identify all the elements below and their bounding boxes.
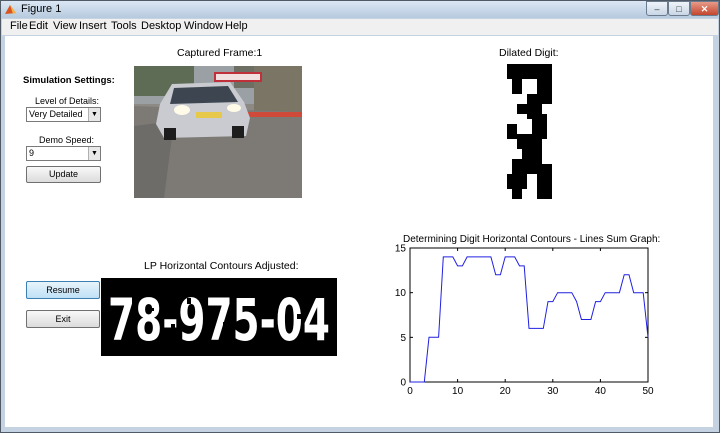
chevron-down-icon: ▼ xyxy=(88,108,100,121)
update-button[interactable]: Update xyxy=(26,166,101,183)
x-tick-label: 20 xyxy=(500,386,512,397)
y-tick-label: 15 xyxy=(395,244,407,255)
resume-button[interactable]: Resume xyxy=(26,281,100,299)
x-tick-label: 30 xyxy=(547,386,559,397)
x-tick-label: 0 xyxy=(407,386,413,397)
y-tick-label: 5 xyxy=(400,333,406,344)
plate-digits: 78-975-04 xyxy=(108,286,330,354)
menu-tools[interactable]: Tools xyxy=(111,20,137,32)
maximize-button[interactable]: □ xyxy=(668,1,690,16)
menu-window[interactable]: Window xyxy=(184,20,223,32)
menu-insert[interactable]: Insert xyxy=(79,20,107,32)
close-button[interactable]: ✕ xyxy=(690,1,719,16)
lp-contours-title: LP Horizontal Contours Adjusted: xyxy=(144,260,299,272)
menu-edit[interactable]: Edit xyxy=(29,20,48,32)
title-bar[interactable]: Figure 1 – □ ✕ xyxy=(1,1,719,18)
lines-sum-chart: 0 10 20 30 40 50 0 5 10 15 xyxy=(395,244,654,397)
menu-view[interactable]: View xyxy=(53,20,77,32)
captured-frame-image xyxy=(134,66,302,198)
menu-desktop[interactable]: Desktop xyxy=(141,20,181,32)
chevron-down-icon: ▼ xyxy=(88,147,100,160)
menu-file[interactable]: File xyxy=(10,20,28,32)
y-tick-label: 0 xyxy=(400,378,406,389)
y-tick-label: 10 xyxy=(395,288,407,299)
exit-button[interactable]: Exit xyxy=(26,310,100,328)
window-title: Figure 1 xyxy=(21,3,62,15)
figure-canvas: Simulation Settings: Level of Details: V… xyxy=(5,36,713,427)
x-tick-label: 10 xyxy=(452,386,464,397)
dilated-digit-title: Dilated Digit: xyxy=(499,47,559,59)
x-tick-label: 50 xyxy=(642,386,654,397)
level-select-value: Very Detailed xyxy=(29,109,83,119)
figure-window: Figure 1 – □ ✕ File Edit View Insert Too… xyxy=(0,0,720,433)
level-label: Level of Details: xyxy=(35,96,100,106)
settings-heading: Simulation Settings: xyxy=(23,75,115,86)
plot-area xyxy=(409,247,649,383)
minimize-button[interactable]: – xyxy=(646,1,668,16)
menu-bar: File Edit View Insert Tools Desktop Wind… xyxy=(2,19,718,35)
dilated-digit-image xyxy=(507,64,552,199)
speed-select-value: 9 xyxy=(29,148,35,158)
menu-help[interactable]: Help xyxy=(225,20,248,32)
speed-label: Demo Speed: xyxy=(39,135,95,145)
speed-select[interactable]: 9 ▼ xyxy=(26,146,101,161)
license-plate-image: 78-975-04 xyxy=(101,278,337,356)
matlab-icon xyxy=(5,5,16,14)
captured-frame-title: Captured Frame:1 xyxy=(177,47,263,59)
x-tick-label: 40 xyxy=(595,386,607,397)
level-select[interactable]: Very Detailed ▼ xyxy=(26,107,101,122)
